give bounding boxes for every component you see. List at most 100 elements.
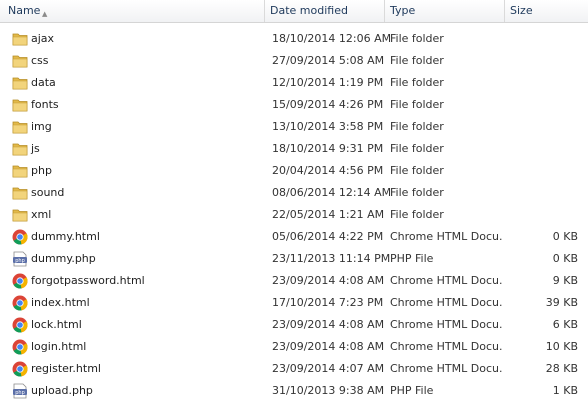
column-header-date-modified[interactable]: Date modified [265,0,385,22]
sort-ascending-icon: ▲ [42,10,48,18]
file-row[interactable]: sound 08/06/2014 12:14 AM File folder [0,182,588,204]
file-row[interactable]: data 12/10/2014 1:19 PM File folder [0,72,588,94]
file-name: index.html [31,296,90,309]
file-row[interactable]: dummy.html 05/06/2014 4:22 PM Chrome HTML … [0,226,588,248]
file-type: File folder [390,76,444,89]
file-name: data [31,76,56,89]
file-size: 9 KB [552,274,578,287]
file-name: dummy.html [31,230,100,243]
file-date-modified: 05/06/2014 4:22 PM [272,230,384,243]
column-header-size-label: Size [510,4,533,17]
file-type: File folder [390,120,444,133]
file-type: File folder [390,54,444,67]
file-row[interactable]: login.html 23/09/2014 4:08 AM Chrome HTML … [0,336,588,358]
php-file-icon: php [12,383,28,399]
file-date-modified: 13/10/2014 3:58 PM [272,120,384,133]
file-date-modified: 12/10/2014 1:19 PM [272,76,384,89]
file-date-modified: 08/06/2014 12:14 AM [272,186,392,199]
chrome-icon [12,295,28,311]
file-date-modified: 23/09/2014 4:08 AM [272,318,385,331]
chrome-icon [12,361,28,377]
file-size: 28 KB [545,362,578,375]
file-size: 6 KB [552,318,578,331]
file-row[interactable]: index.html 17/10/2014 7:23 PM Chrome HTML … [0,292,588,314]
file-date-modified: 18/10/2014 9:31 PM [272,142,384,155]
file-name: dummy.php [31,252,96,265]
file-row[interactable]: register.html 23/09/2014 4:07 AM Chrome HT… [0,358,588,380]
file-row[interactable]: xml 22/05/2014 1:21 AM File folder [0,204,588,226]
file-type: File folder [390,186,444,199]
file-type: Chrome HTML Docu... [390,362,502,375]
file-type: Chrome HTML Docu... [390,340,502,353]
file-name: css [31,54,49,67]
column-header-name[interactable]: Name ▲ [0,0,265,22]
file-row[interactable]: js 18/10/2014 9:31 PM File folder [0,138,588,160]
file-name: ajax [31,32,55,45]
file-type: Chrome HTML Docu... [390,230,502,243]
file-name: sound [31,186,65,199]
file-date-modified: 23/09/2014 4:07 AM [272,362,385,375]
folder-icon [12,32,28,46]
file-date-modified: 23/09/2014 4:08 AM [272,274,385,287]
file-name: img [31,120,52,133]
column-header-date-label: Date modified [270,4,348,17]
file-name: xml [31,208,52,221]
folder-icon [12,208,28,222]
file-name: fonts [31,98,59,111]
file-date-modified: 15/09/2014 4:26 PM [272,98,384,111]
file-date-modified: 31/10/2013 9:38 AM [272,384,385,397]
folder-icon [12,120,28,134]
file-type: PHP File [390,384,434,397]
column-header-size[interactable]: Size [505,0,588,22]
file-size: 0 KB [552,230,578,243]
file-row[interactable]: fonts 15/09/2014 4:26 PM File folder [0,94,588,116]
chrome-icon [12,273,28,289]
column-header-bar: Name ▲ Date modified Type Size [0,0,588,23]
file-size: 39 KB [545,296,578,309]
folder-icon [12,76,28,90]
svg-text:php: php [15,390,25,396]
file-type: File folder [390,98,444,111]
chrome-icon [12,339,28,355]
file-date-modified: 17/10/2014 7:23 PM [272,296,384,309]
svg-text:php: php [15,258,25,264]
file-date-modified: 20/04/2014 4:56 PM [272,164,384,177]
file-name: js [31,142,40,155]
file-name: php [31,164,52,177]
folder-icon [12,98,28,112]
column-header-name-label: Name [8,4,41,17]
file-name: register.html [31,362,101,375]
folder-icon [12,164,28,178]
file-type: File folder [390,32,444,45]
file-type: Chrome HTML Docu... [390,274,502,287]
file-size: 10 KB [545,340,578,353]
php-file-icon: php [12,251,28,267]
file-type: Chrome HTML Docu... [390,296,502,309]
file-row[interactable]: ajax 18/10/2014 12:06 AM File folder [0,28,588,50]
column-header-type[interactable]: Type [385,0,505,22]
file-type: Chrome HTML Docu... [390,318,502,331]
file-date-modified: 23/11/2013 11:14 PM [272,252,391,265]
file-date-modified: 23/09/2014 4:08 AM [272,340,385,353]
file-type: PHP File [390,252,434,265]
file-row[interactable]: php 20/04/2014 4:56 PM File folder [0,160,588,182]
file-name: lock.html [31,318,82,331]
chrome-icon [12,317,28,333]
file-row[interactable]: php upload.php 31/10/2013 9:38 AM PHP File 1… [0,380,588,402]
file-row[interactable]: forgotpassword.html 23/09/2014 4:08 AM Chr… [0,270,588,292]
file-date-modified: 18/10/2014 12:06 AM [272,32,392,45]
file-row[interactable]: php dummy.php 23/11/2013 11:14 PM PHP File 0… [0,248,588,270]
file-name: login.html [31,340,87,353]
file-name: forgotpassword.html [31,274,145,287]
file-date-modified: 22/05/2014 1:21 AM [272,208,385,221]
file-row[interactable]: css 27/09/2014 5:08 AM File folder [0,50,588,72]
folder-icon [12,142,28,156]
file-date-modified: 27/09/2014 5:08 AM [272,54,385,67]
folder-icon [12,186,28,200]
file-size: 0 KB [552,252,578,265]
column-header-type-label: Type [390,4,416,17]
file-row[interactable]: lock.html 23/09/2014 4:08 AM Chrome HTML D… [0,314,588,336]
file-type: File folder [390,164,444,177]
file-row[interactable]: img 13/10/2014 3:58 PM File folder [0,116,588,138]
file-name: upload.php [31,384,93,397]
